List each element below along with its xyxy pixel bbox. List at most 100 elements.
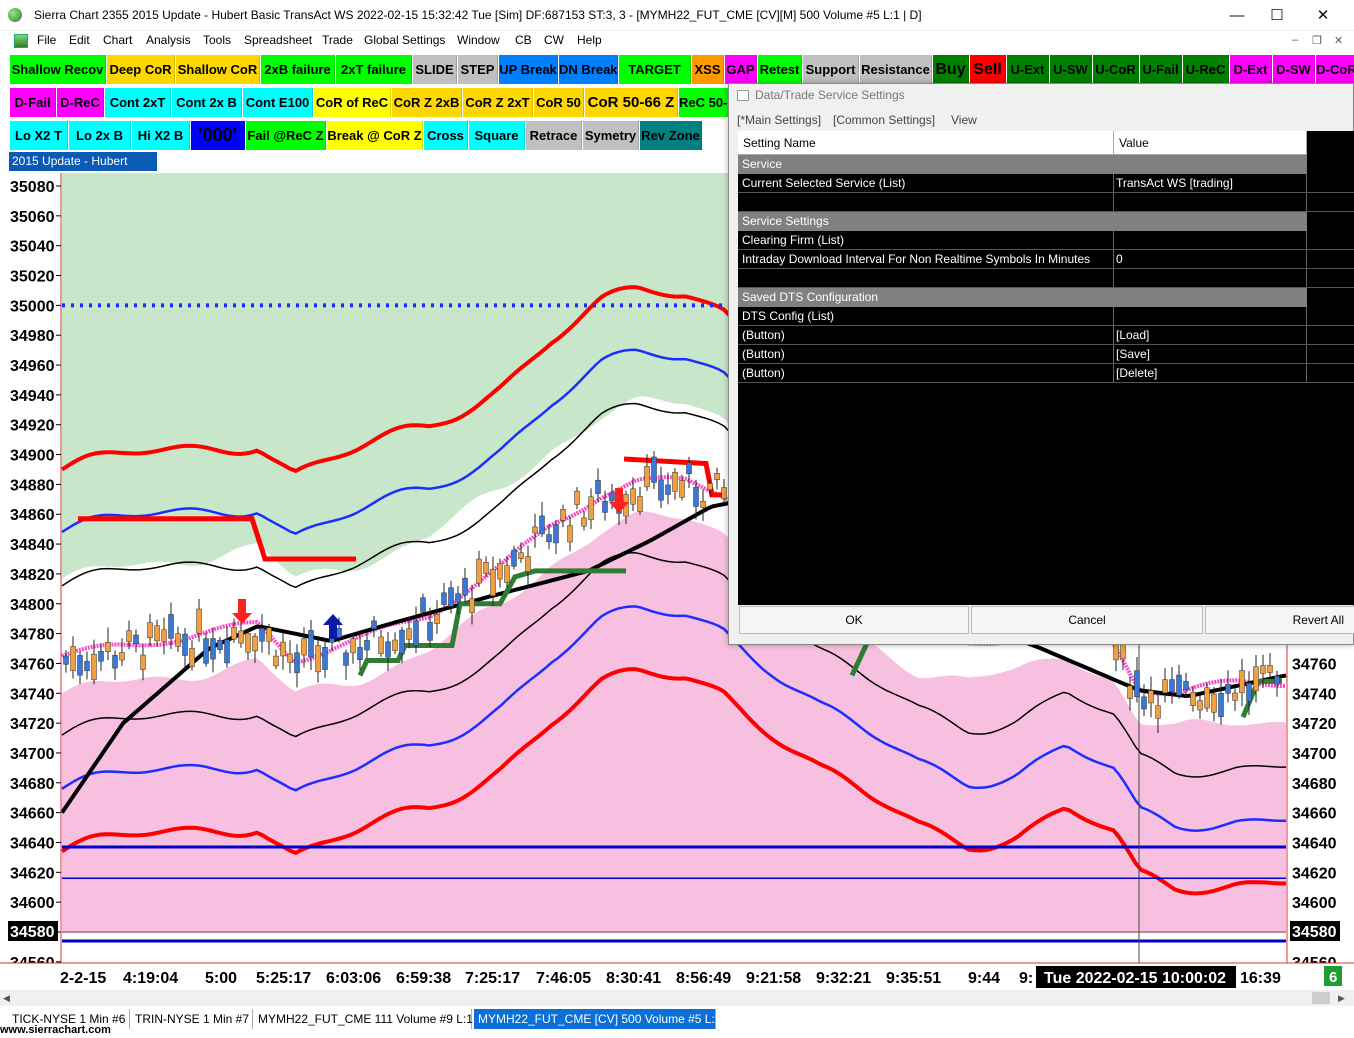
toolbar-button-deep-cor[interactable]: Deep CoR: [107, 55, 175, 84]
candle-body: [511, 549, 517, 567]
toolbar-button-d-fail[interactable]: D-Fail: [10, 88, 56, 117]
settings-row[interactable]: (Button) [Load]: [738, 326, 1354, 345]
chart-tab[interactable]: MYMH22_FUT_CME 111 Volume #9 L:1: [254, 1009, 473, 1029]
doc-restore-icon[interactable]: ❐: [1312, 34, 1322, 47]
price-axis-label-left: 34620: [10, 865, 55, 882]
setting-value[interactable]: 0: [1116, 250, 1123, 268]
toolbar-button-u-sw[interactable]: U-SW: [1050, 55, 1092, 84]
toolbar-button-square[interactable]: Square: [469, 121, 525, 150]
price-axis-label-left: 34760: [10, 656, 55, 673]
scroll-thumb[interactable]: [1312, 992, 1330, 1004]
doc-close-icon[interactable]: ✕: [1334, 34, 1343, 47]
ok-button[interactable]: OK: [739, 606, 969, 634]
tab-main-settings[interactable]: [*Main Settings]: [737, 113, 821, 127]
menu-view[interactable]: View: [951, 113, 977, 127]
toolbar-button-step[interactable]: STEP: [458, 55, 498, 84]
toolbar-button-cor-50-66-z[interactable]: CoR 50-66 Z: [585, 88, 678, 117]
chart-tab[interactable]: TRIN-NYSE 1 Min #7: [131, 1009, 253, 1029]
candle-body: [483, 562, 489, 574]
candle-body: [336, 628, 342, 638]
time-axis-label: 8:56:49: [676, 970, 731, 987]
menu-spreadsheet[interactable]: Spreadsheet: [244, 33, 312, 47]
chart-tab[interactable]: MYMH22_FUT_CME [CV] 500 Volume #5 L:1: [474, 1009, 721, 1029]
doc-minimize-icon[interactable]: –: [1292, 34, 1298, 46]
revert-all-button[interactable]: Revert All: [1205, 606, 1354, 634]
menu-cw[interactable]: CW: [544, 33, 564, 47]
cancel-button[interactable]: Cancel: [971, 606, 1203, 634]
menu-trade[interactable]: Trade: [322, 33, 353, 47]
toolbar-button-cor-z-2xb[interactable]: CoR Z 2xB: [392, 88, 462, 117]
toolbar-button-retrace[interactable]: Retrace: [526, 121, 582, 150]
toolbar-button-d-ext[interactable]: D-Ext: [1230, 55, 1272, 84]
settings-row[interactable]: Intraday Download Interval For Non Realt…: [738, 250, 1354, 269]
toolbar-button-2xb-failure[interactable]: 2xB failure: [261, 55, 335, 84]
toolbar-button-cor-of-rec[interactable]: CoR of ReC: [314, 88, 391, 117]
settings-row[interactable]: Current Selected Service (List) TransAct …: [738, 174, 1354, 193]
settings-section-header: Saved DTS Configuration: [738, 288, 1307, 307]
toolbar-button-cont-2x-b[interactable]: Cont 2x B: [172, 88, 242, 117]
candle-body: [651, 456, 657, 483]
scroll-right-icon[interactable]: ▶: [1338, 993, 1345, 1004]
toolbar-button-shallow-cor[interactable]: Shallow CoR: [176, 55, 260, 84]
toolbar-button-support[interactable]: Support: [803, 55, 859, 84]
toolbar-button-fail-rec-z[interactable]: Fail @ReC Z: [246, 121, 326, 150]
menu-file[interactable]: File: [37, 33, 56, 47]
column-header-setting-name[interactable]: Setting Name: [738, 131, 1114, 155]
setting-value[interactable]: [Load]: [1116, 326, 1149, 344]
toolbar-button-break-cor-z[interactable]: Break @ CoR Z: [327, 121, 423, 150]
toolbar-button-cont-2xt[interactable]: Cont 2xT: [105, 88, 171, 117]
toolbar-button-shallow-recov[interactable]: Shallow Recov: [10, 55, 106, 84]
candle-body: [1267, 665, 1273, 673]
menu-edit[interactable]: Edit: [69, 33, 90, 47]
toolbar-button-d-sw[interactable]: D-SW: [1273, 55, 1315, 84]
menu-analysis[interactable]: Analysis: [146, 33, 191, 47]
toolbar-button-dn-break[interactable]: DN Break: [559, 55, 618, 84]
setting-value[interactable]: [Delete]: [1116, 364, 1157, 382]
toolbar-button-cross[interactable]: Cross: [424, 121, 468, 150]
toolbar-button-d-cor[interactable]: D-CoR: [1316, 55, 1354, 84]
maximize-icon[interactable]: ☐: [1254, 0, 1300, 31]
toolbar-button-cor-50[interactable]: CoR 50: [534, 88, 584, 117]
settings-row[interactable]: DTS Config (List): [738, 307, 1354, 326]
menu-chart[interactable]: Chart: [103, 33, 132, 47]
chart-horizontal-scrollbar[interactable]: ◀ ▶: [0, 990, 1354, 1006]
toolbar-button-resistance[interactable]: Resistance: [860, 55, 932, 84]
toolbar-button-hi-x2-b[interactable]: Hi X2 B: [132, 121, 190, 150]
menu-tools[interactable]: Tools: [203, 33, 231, 47]
toolbar-button-u-fail[interactable]: U-Fail: [1140, 55, 1182, 84]
toolbar-button-sell[interactable]: Sell: [970, 55, 1006, 84]
toolbar-button-lo-x2-t[interactable]: Lo X2 T: [10, 121, 68, 150]
setting-value[interactable]: [Save]: [1116, 345, 1150, 363]
menu-global-settings[interactable]: Global Settings: [364, 33, 445, 47]
setting-value[interactable]: TransAct WS [trading]: [1116, 174, 1233, 192]
toolbar-button-000[interactable]: '000': [191, 121, 245, 150]
settings-row[interactable]: (Button) [Save]: [738, 345, 1354, 364]
close-icon[interactable]: ✕: [1300, 0, 1346, 31]
tab-common-settings[interactable]: [Common Settings]: [833, 113, 935, 127]
column-header-value[interactable]: Value: [1114, 131, 1307, 155]
toolbar-button-retest[interactable]: Retest: [758, 55, 802, 84]
toolbar-button-u-cor[interactable]: U-CoR: [1093, 55, 1139, 84]
toolbar-button-rev-zone[interactable]: Rev Zone: [640, 121, 702, 150]
settings-row[interactable]: Clearing Firm (List): [738, 231, 1354, 250]
toolbar-button-2xt-failure[interactable]: 2xT failure: [336, 55, 412, 84]
scroll-left-icon[interactable]: ◀: [3, 993, 10, 1004]
toolbar-button-symetry[interactable]: Symetry: [583, 121, 639, 150]
toolbar-button-slide[interactable]: SLIDE: [413, 55, 457, 84]
toolbar-button-cont-e100[interactable]: Cont E100: [243, 88, 313, 117]
toolbar-button-target[interactable]: TARGET: [619, 55, 691, 84]
toolbar-button-buy[interactable]: Buy: [933, 55, 969, 84]
menu-window[interactable]: Window: [457, 33, 500, 47]
toolbar-button-u-rec[interactable]: U-ReC: [1183, 55, 1229, 84]
toolbar-button-lo-2x-b[interactable]: Lo 2x B: [69, 121, 131, 150]
toolbar-button-gap[interactable]: GAP: [725, 55, 757, 84]
settings-row[interactable]: (Button) [Delete]: [738, 364, 1354, 383]
toolbar-button-d-rec[interactable]: D-ReC: [57, 88, 104, 117]
toolbar-button-xss[interactable]: XSS: [692, 55, 724, 84]
menu-cb[interactable]: CB: [515, 33, 532, 47]
toolbar-button-cor-z-2xt[interactable]: CoR Z 2xT: [463, 88, 533, 117]
candle-body: [560, 508, 566, 521]
toolbar-button-up-break[interactable]: UP Break: [499, 55, 558, 84]
toolbar-button-u-ext[interactable]: U-Ext: [1007, 55, 1049, 84]
menu-help[interactable]: Help: [577, 33, 602, 47]
